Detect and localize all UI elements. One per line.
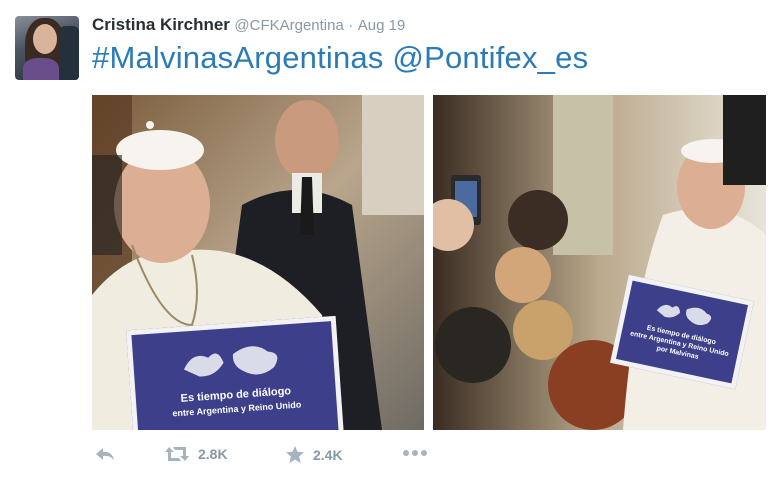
tweet-photo-right[interactable]: Es tiempo de diálogo entre Argentina y R… <box>433 95 766 430</box>
more-button[interactable] <box>402 449 428 457</box>
avatar-face <box>33 24 57 54</box>
header-separator: · <box>348 17 354 34</box>
sign-left: Es tiempo de diálogo entre Argentina y R… <box>126 315 344 430</box>
tweet-text: #MalvinasArgentinas @Pontifex_es <box>92 40 588 76</box>
retweet-icon <box>165 447 189 461</box>
tweet-actions: 2.8K 2.4K <box>92 445 452 471</box>
tweet-date[interactable]: Aug 19 <box>358 17 406 34</box>
retweet-count: 2.8K <box>198 446 228 462</box>
mention-link[interactable]: @Pontifex_es <box>392 40 588 75</box>
avatar-background-person <box>59 26 79 80</box>
tweet-header: Cristina Kirchner @CFKArgentina · Aug 19 <box>92 15 405 35</box>
author-name[interactable]: Cristina Kirchner <box>92 15 230 34</box>
author-handle[interactable]: @CFKArgentina <box>234 17 343 34</box>
reply-button[interactable] <box>94 445 116 463</box>
reply-icon <box>96 448 114 460</box>
tweet-photo-left[interactable]: Es tiempo de diálogo entre Argentina y R… <box>92 95 424 430</box>
avatar-dress <box>23 58 59 80</box>
falkland-islands-map-icon <box>183 346 278 377</box>
author-avatar[interactable] <box>15 16 79 80</box>
more-icon <box>403 450 427 456</box>
favorite-count: 2.4K <box>313 446 343 463</box>
retweet-button[interactable]: 2.8K <box>164 445 228 463</box>
hashtag-link[interactable]: #MalvinasArgentinas <box>92 40 384 75</box>
favorite-star-icon <box>286 446 304 463</box>
favorite-button[interactable]: 2.4K <box>285 445 343 464</box>
